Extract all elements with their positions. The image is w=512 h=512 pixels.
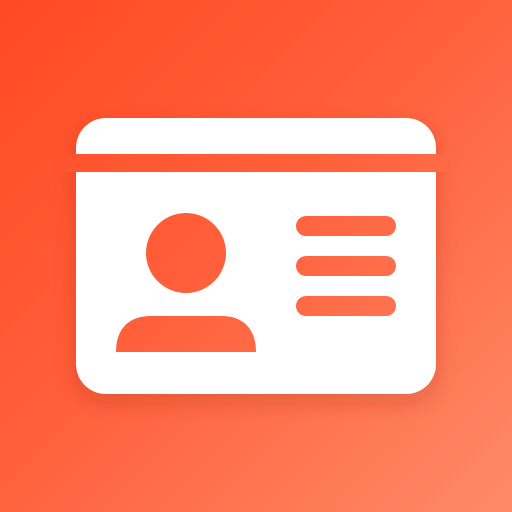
app-icon[interactable] xyxy=(0,0,512,512)
id-card-icon xyxy=(76,118,436,394)
card-body xyxy=(76,118,436,394)
